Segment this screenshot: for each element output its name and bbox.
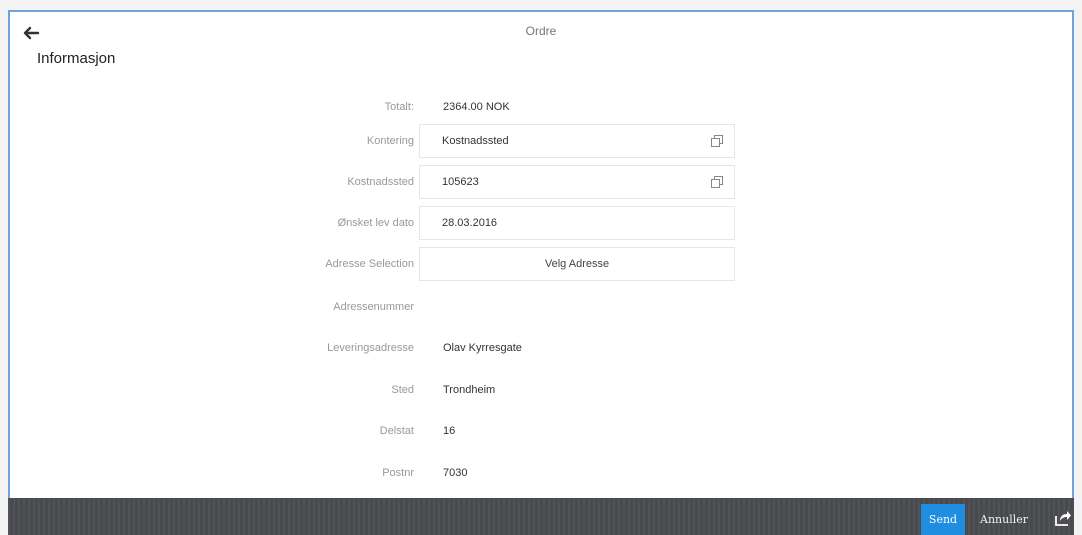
adresse-selection-label: Adresse Selection (325, 258, 414, 270)
page-title: Ordre (525, 24, 557, 38)
kontering-field[interactable]: Kostnadssted (419, 124, 735, 158)
row-adresse-selection: Adresse Selection Velg Adresse (10, 247, 1070, 281)
totalt-label: Totalt: (384, 101, 414, 113)
adressenummer-label: Adressenummer (333, 301, 414, 313)
kostnadssted-label: Kostnadssted (347, 176, 414, 188)
leveringsadresse-value: Olav Kyrresgate (443, 342, 522, 354)
leveringsadresse-label: Leveringsadresse (327, 342, 414, 354)
sted-label: Sted (391, 384, 414, 396)
row-kostnadssted: Kostnadssted 105623 (10, 165, 1070, 199)
postnr-value: 7030 (443, 467, 468, 479)
velg-adresse-button[interactable]: Velg Adresse (419, 247, 735, 281)
footer-toolbar: Send Annuller (8, 498, 1074, 535)
order-page: Ordre Informasjon Totalt: 2364.00 NOK Ko… (8, 10, 1074, 498)
onsket-lev-dato-label: Ønsket lev dato (337, 217, 414, 229)
send-button[interactable]: Send (921, 504, 965, 535)
onsket-lev-dato-field[interactable]: 28.03.2016 (419, 206, 735, 240)
copy-icon[interactable] (710, 134, 724, 148)
delstat-value: 16 (443, 425, 456, 437)
row-leveringsadresse: Leveringsadresse Olav Kyrresgate (10, 332, 1070, 366)
row-adressenummer: Adressenummer (10, 291, 1070, 325)
row-sted: Sted Trondheim (10, 374, 1070, 408)
postnr-label: Postnr (382, 467, 414, 479)
kostnadssted-field[interactable]: 105623 (419, 165, 735, 199)
copy-icon[interactable] (710, 175, 724, 189)
row-totalt: Totalt: 2364.00 NOK (10, 91, 1070, 125)
sted-value: Trondheim (443, 384, 496, 396)
delstat-label: Delstat (379, 425, 414, 437)
kostnadssted-value: 105623 (442, 176, 479, 188)
row-onsket-lev-dato: Ønsket lev dato 28.03.2016 (10, 206, 1070, 240)
cancel-button[interactable]: Annuller (980, 504, 1028, 535)
row-kontering: Kontering Kostnadssted (10, 124, 1070, 158)
share-icon (1055, 511, 1071, 526)
row-postnr: Postnr 7030 (10, 457, 1070, 491)
totalt-value: 2364.00 NOK (443, 101, 510, 113)
share-button[interactable] (1054, 509, 1072, 527)
row-delstat: Delstat 16 (10, 415, 1070, 449)
kontering-label: Kontering (366, 135, 414, 147)
section-title: Informasjon (37, 50, 116, 67)
onsket-lev-dato-value: 28.03.2016 (442, 217, 498, 229)
kontering-value: Kostnadssted (442, 135, 509, 147)
